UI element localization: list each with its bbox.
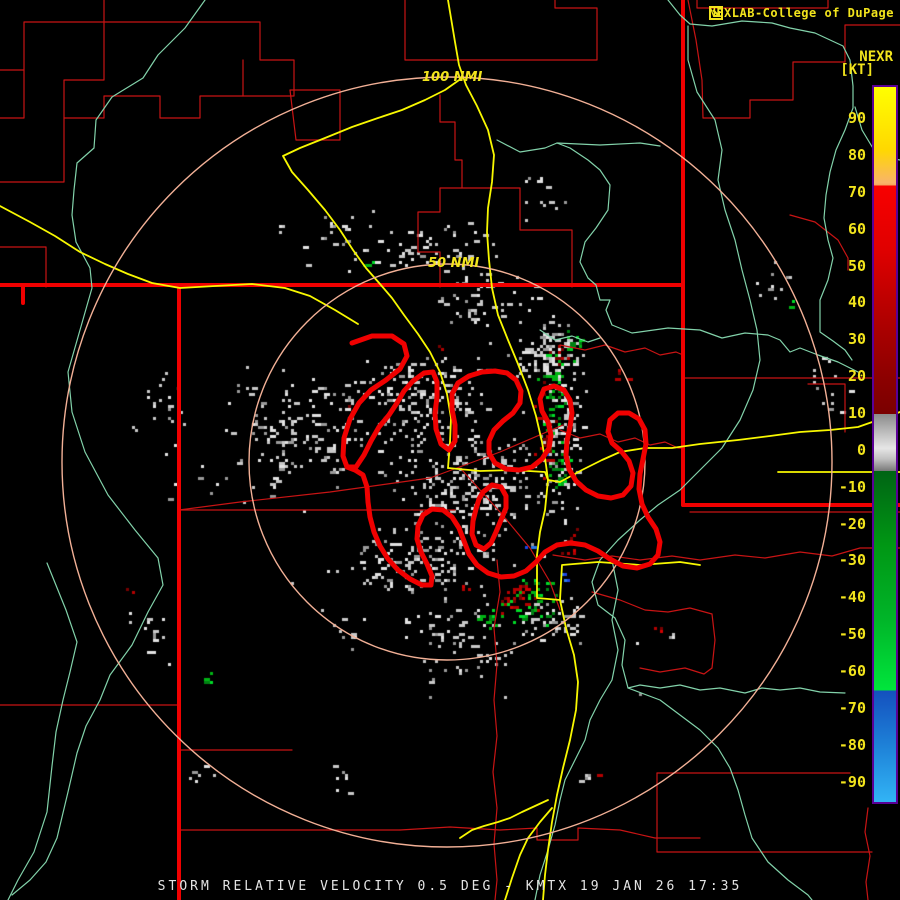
- highways-path: [447, 467, 549, 481]
- colorbar-tick-label: 10: [847, 404, 866, 422]
- map-overlay-layer: 50 NMI 100 NMI: [0, 0, 900, 900]
- highways-path: [536, 479, 549, 556]
- rivers: [7, 0, 900, 900]
- brand: NEXLAB-College of DuPage: [708, 6, 894, 20]
- colorbar-tick-label: -80: [838, 735, 866, 754]
- rivers-path: [7, 562, 78, 900]
- county-borders-path: [559, 429, 684, 449]
- brand-label: NEXLAB-College of DuPage: [708, 6, 894, 20]
- highways-path: [459, 799, 549, 839]
- county-borders-path: [591, 591, 716, 669]
- colorbar-tick-label: -60: [838, 662, 866, 680]
- colorbar-tick-label: 30: [847, 330, 866, 349]
- range-ring-label: 50 NMI: [428, 256, 479, 271]
- colorbar-tick-label: -70: [838, 698, 866, 717]
- college-of-dupage-logo-icon: [708, 6, 723, 20]
- county-borders-path: [404, 0, 598, 61]
- rivers-path: [11, 0, 206, 896]
- status-text: STORM RELATIVE VELOCITY 0.5 DEG - KMTX 1…: [157, 879, 743, 894]
- colorbar-tick-label: -40: [838, 588, 866, 607]
- rivers-path: [591, 25, 846, 694]
- colorbar-tick-label: -50: [838, 625, 866, 644]
- county-borders-path: [461, 187, 573, 288]
- county-borders-path: [492, 559, 501, 900]
- colorbar-tick-label: -90: [838, 772, 866, 791]
- velocity-colorbar: [872, 85, 898, 804]
- colorbar-tick-label: 50: [847, 256, 866, 275]
- colorbar-tick-label: 20: [847, 367, 866, 386]
- lake-outline-path: [340, 333, 663, 588]
- county-borders-path: [0, 0, 105, 71]
- lake-outline-path: [469, 482, 509, 552]
- rivers-path: [627, 687, 813, 900]
- colorbar-units-label: [KT]: [840, 62, 874, 78]
- county-borders-path: [0, 246, 47, 288]
- colorbar-tick-label: 80: [847, 146, 866, 165]
- colorbar-tick-label: 60: [847, 219, 866, 238]
- colorbar-tick-label: 90: [847, 109, 866, 128]
- county-borders-path: [0, 69, 25, 119]
- county-borders-path: [0, 117, 65, 183]
- lake-outline: [340, 333, 663, 588]
- colorbar-tick-label: 0: [856, 440, 866, 459]
- colorbar-tick-label: -20: [838, 514, 866, 533]
- county-borders-path: [639, 667, 713, 675]
- radar-viewer: 50 NMI 100 NMI NEXLAB-College of DuPage N…: [0, 0, 900, 900]
- county-borders-path: [63, 21, 244, 119]
- range-ring-label: 100 NMI: [422, 70, 482, 85]
- county-borders-path: [289, 89, 341, 141]
- colorbar-tick-label: -10: [838, 477, 866, 496]
- colorbar-tick-label: -30: [838, 551, 866, 570]
- rivers-path: [556, 142, 661, 147]
- colorbar-tick-label: 40: [847, 293, 866, 312]
- range-ring: [248, 263, 646, 661]
- colorbar-tick-label: 70: [847, 182, 866, 201]
- county-borders-path: [559, 344, 684, 356]
- rivers-path: [539, 329, 601, 343]
- highways-path: [542, 599, 579, 900]
